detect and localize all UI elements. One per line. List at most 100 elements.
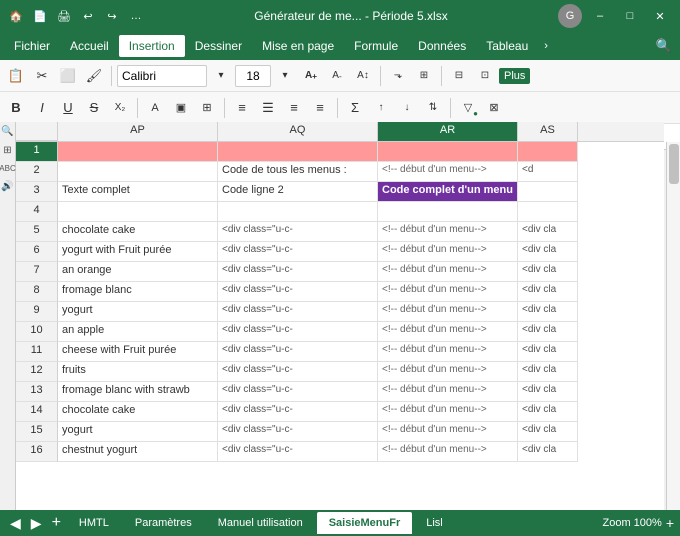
cell[interactable]: <div cla xyxy=(518,282,578,302)
copy-button[interactable]: ⬜ xyxy=(56,64,80,88)
cell[interactable]: Code ligne 2 xyxy=(218,182,378,202)
cell[interactable]: <div class="u-c- xyxy=(218,442,378,462)
row-number[interactable]: 3 xyxy=(16,182,58,202)
sort-desc-button[interactable]: ↓ xyxy=(395,96,419,120)
row-number[interactable]: 2 xyxy=(16,162,58,182)
cell[interactable]: yogurt with Fruit purée xyxy=(58,242,218,262)
cell[interactable] xyxy=(58,162,218,182)
row-number[interactable]: 13 xyxy=(16,382,58,402)
prev-sheet-button[interactable]: ◀ xyxy=(6,515,25,532)
cell[interactable]: cheese with Fruit purée xyxy=(58,342,218,362)
row-number[interactable]: 16 xyxy=(16,442,58,462)
cell[interactable] xyxy=(58,142,218,162)
row-number[interactable]: 7 xyxy=(16,262,58,282)
cell[interactable]: <div cla xyxy=(518,302,578,322)
new-doc-icon[interactable]: 📄 xyxy=(32,8,48,24)
cell[interactable]: <div cla xyxy=(518,402,578,422)
underline-button[interactable]: U xyxy=(56,96,80,120)
filter3-button[interactable]: ⊠ xyxy=(482,96,506,120)
sort-icon[interactable]: ⇅ xyxy=(421,96,445,120)
row-number[interactable]: 12 xyxy=(16,362,58,382)
sum-button[interactable]: Σ xyxy=(343,96,367,120)
cell[interactable]: <!-- début d'un menu--> xyxy=(378,342,518,362)
font-name-chevron[interactable]: ▾ xyxy=(209,64,233,88)
menu-formule[interactable]: Formule xyxy=(344,35,408,57)
cell[interactable]: <div class="u-c- xyxy=(218,262,378,282)
tab-saisiemenufr[interactable]: SaisieMenuFr xyxy=(317,512,413,534)
left-layout-icon[interactable]: ⊞ xyxy=(3,145,11,156)
cell[interactable]: yogurt xyxy=(58,422,218,442)
minimize-button[interactable]: – xyxy=(588,4,612,28)
menu-more-chevron[interactable]: › xyxy=(538,36,554,56)
left-search-icon[interactable]: 🔍 xyxy=(1,126,13,137)
cell[interactable]: <div cla xyxy=(518,342,578,362)
cell[interactable]: <!-- début d'un menu--> xyxy=(378,382,518,402)
wrap-text-button[interactable]: ⬎ xyxy=(386,64,410,88)
cell[interactable]: chestnut yogurt xyxy=(58,442,218,462)
autofilter-button[interactable]: ▽ ● xyxy=(456,96,480,120)
cell[interactable] xyxy=(218,202,378,222)
col-header-aq[interactable]: AQ xyxy=(218,122,378,141)
menu-accueil[interactable]: Accueil xyxy=(60,35,119,57)
cell[interactable]: <div cla xyxy=(518,322,578,342)
font-color-button[interactable]: A xyxy=(143,96,167,120)
cell[interactable]: <!-- début d'un menu--> xyxy=(378,262,518,282)
align-right-button[interactable]: ≡ xyxy=(282,96,306,120)
cell[interactable]: <div class="u-c- xyxy=(218,362,378,382)
cell[interactable]: fromage blanc with strawb xyxy=(58,382,218,402)
cell[interactable]: <d xyxy=(518,162,578,182)
home-icon[interactable]: 🏠 xyxy=(8,8,24,24)
cell[interactable]: <div class="u-c- xyxy=(218,222,378,242)
cell[interactable] xyxy=(378,202,518,222)
menu-insertion[interactable]: Insertion xyxy=(119,35,185,57)
undo-icon[interactable]: ↩ xyxy=(80,8,96,24)
cell[interactable]: <div cla xyxy=(518,382,578,402)
strikethrough-button[interactable]: S xyxy=(82,96,106,120)
cell[interactable]: Code complet d'un menu xyxy=(378,182,518,202)
merge-center-button[interactable]: ⊞ xyxy=(412,64,436,88)
more-options-icon[interactable]: ⊟ xyxy=(447,64,471,88)
close-button[interactable]: ✕ xyxy=(648,4,672,28)
menu-search-icon[interactable]: 🔍 xyxy=(652,34,676,58)
cell[interactable]: <div cla xyxy=(518,362,578,382)
cell[interactable]: an apple xyxy=(58,322,218,342)
cell[interactable]: <!-- début d'un menu--> xyxy=(378,442,518,462)
cell[interactable]: <div cla xyxy=(518,442,578,462)
format-paint-button[interactable]: 🖌 xyxy=(82,64,106,88)
cell[interactable]: <!-- début d'un menu--> xyxy=(378,162,518,182)
row-number[interactable]: 8 xyxy=(16,282,58,302)
left-abc-icon[interactable]: ABC xyxy=(0,164,16,173)
cell[interactable]: <div class="u-c- xyxy=(218,282,378,302)
cell[interactable] xyxy=(378,142,518,162)
menu-fichier[interactable]: Fichier xyxy=(4,35,60,57)
font-size-chevron[interactable]: ▾ xyxy=(273,64,297,88)
cell[interactable]: chocolate cake xyxy=(58,222,218,242)
row-number[interactable]: 5 xyxy=(16,222,58,242)
redo-icon[interactable]: ↪ xyxy=(104,8,120,24)
cell[interactable]: <div class="u-c- xyxy=(218,342,378,362)
cut-button[interactable]: ✂ xyxy=(30,64,54,88)
cell[interactable]: <!-- début d'un menu--> xyxy=(378,222,518,242)
cell[interactable]: Code de tous les menus : xyxy=(218,162,378,182)
cell[interactable]: <div class="u-c- xyxy=(218,422,378,442)
cell[interactable]: <div cla xyxy=(518,242,578,262)
cell[interactable]: <div cla xyxy=(518,262,578,282)
row-number[interactable]: 1 xyxy=(16,142,58,162)
left-sound-icon[interactable]: 🔊 xyxy=(1,181,13,192)
vertical-scrollbar[interactable] xyxy=(666,142,680,510)
row-number[interactable]: 10 xyxy=(16,322,58,342)
cell[interactable]: an orange xyxy=(58,262,218,282)
paste-button[interactable]: 📋 xyxy=(4,64,28,88)
menu-tableau[interactable]: Tableau xyxy=(476,35,538,57)
highlight-button[interactable]: ▣ xyxy=(169,96,193,120)
align-left-button[interactable]: ≡ xyxy=(230,96,254,120)
justify-button[interactable]: ≡ xyxy=(308,96,332,120)
subscript-button[interactable]: X₂ xyxy=(108,96,132,120)
cell[interactable]: fromage blanc xyxy=(58,282,218,302)
cell[interactable]: <!-- début d'un menu--> xyxy=(378,242,518,262)
row-number[interactable]: 9 xyxy=(16,302,58,322)
menu-donnees[interactable]: Données xyxy=(408,35,476,57)
cell[interactable]: <div cla xyxy=(518,422,578,442)
cell[interactable] xyxy=(518,142,578,162)
tab-manuel[interactable]: Manuel utilisation xyxy=(206,512,315,534)
